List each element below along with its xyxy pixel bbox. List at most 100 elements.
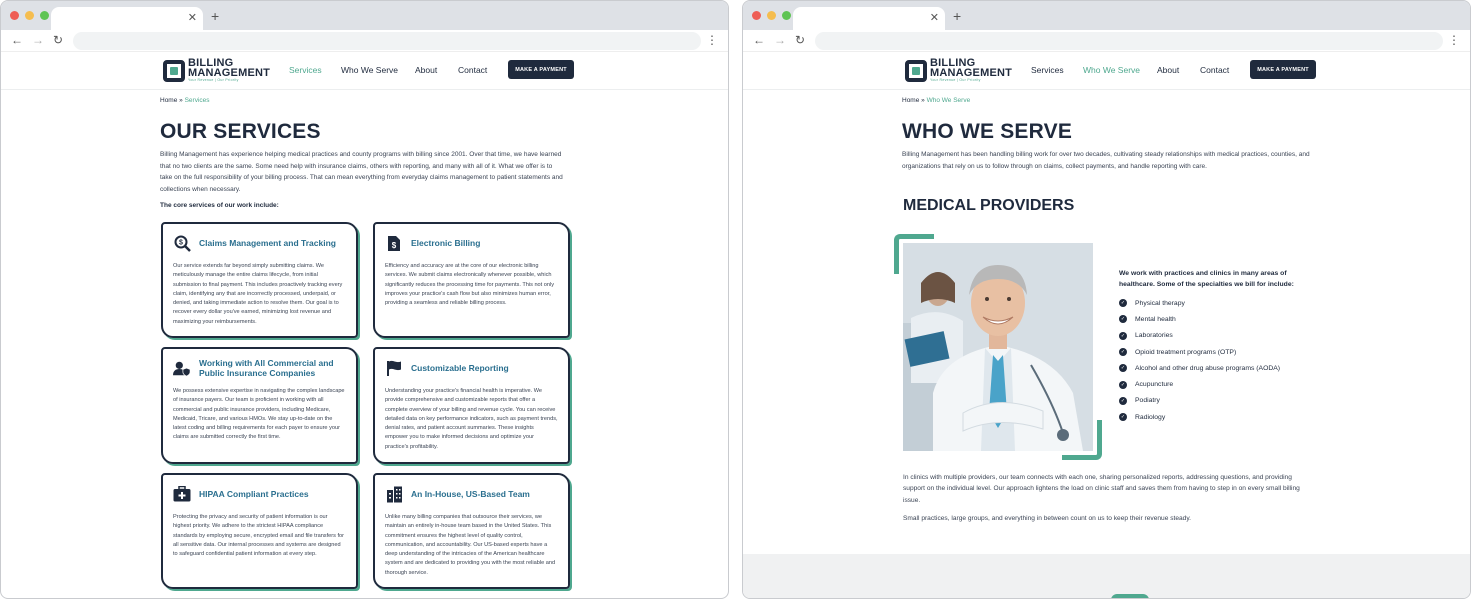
intro-paragraph: Billing Management has experience helpin… — [160, 151, 563, 193]
maximize-window-button[interactable] — [782, 11, 791, 20]
list-item-label: Alcohol and other drug abuse programs (A… — [1135, 364, 1281, 372]
card-title: Claims Management and Tracking — [199, 238, 336, 248]
breadcrumb: Home » Who We Serve — [902, 97, 970, 104]
service-card-claims: $ Claims Management and Tracking Our ser… — [161, 222, 358, 338]
nav-services[interactable]: Services — [1031, 65, 1064, 75]
maximize-window-button[interactable] — [40, 11, 49, 20]
new-tab-icon[interactable]: + — [953, 8, 961, 24]
browser-toolbar: ← → ↻ ⋮ — [1, 30, 728, 52]
forward-arrow-icon[interactable]: → — [774, 33, 786, 47]
section-heading: MEDICAL PROVIDERS — [903, 197, 1075, 214]
site-logo[interactable]: BILLING MANAGEMENT Your Revenue | Our Pr… — [163, 58, 270, 83]
service-card-in-house-team: An In-House, US-Based Team Unlike many b… — [373, 473, 570, 589]
logo-line-2: MANAGEMENT — [930, 67, 1013, 79]
site-header: BILLING MANAGEMENT Your Revenue | Our Pr… — [1, 52, 728, 90]
breadcrumb-current: Who We Serve — [926, 97, 971, 104]
core-services-label: The core services of our work include: — [160, 202, 279, 209]
card-body: Our service extends far beyond simply su… — [173, 263, 343, 325]
nav-contact[interactable]: Contact — [458, 65, 487, 75]
card-body: We possess extensive expertise in naviga… — [173, 388, 345, 441]
browser-menu-icon[interactable]: ⋮ — [1448, 33, 1460, 47]
browser-tabstrip: ✕ + — [1, 1, 728, 30]
minimize-window-button[interactable] — [767, 11, 776, 20]
card-body: Protecting the privacy and security of p… — [173, 514, 345, 558]
specialties-lead: We work with practices and clinics in ma… — [1119, 270, 1294, 288]
reload-icon[interactable]: ↻ — [795, 33, 805, 47]
browser-window-services: ✕ + ← → ↻ ⋮ BILLING MANAGEMENT Your Reve… — [0, 0, 729, 599]
clinic-paragraph: In clinics with multiple providers, our … — [903, 474, 1300, 504]
list-item: ✓ Podiatry — [1119, 393, 1280, 409]
browser-menu-icon[interactable]: ⋮ — [706, 33, 718, 47]
breadcrumb-home[interactable]: Home — [160, 97, 177, 104]
list-item-label: Opioid treatment programs (OTP) — [1135, 348, 1237, 356]
doctor-photo — [894, 234, 1102, 460]
make-payment-button[interactable]: MAKE A PAYMENT — [508, 60, 574, 79]
breadcrumb-home[interactable]: Home — [902, 97, 919, 104]
nav-about[interactable]: About — [1157, 65, 1179, 75]
search-dollar-icon: $ — [173, 234, 191, 252]
flag-icon — [385, 359, 403, 377]
svg-text:$: $ — [179, 239, 183, 246]
list-item: ✓ Acupuncture — [1119, 376, 1280, 392]
list-item-label: Acupuncture — [1135, 381, 1174, 389]
invoice-icon: $ — [385, 234, 403, 252]
address-bar[interactable] — [815, 32, 1443, 50]
browser-tab[interactable]: ✕ — [793, 7, 945, 30]
specialties-list: ✓ Physical therapy ✓ Mental health ✓ Labora… — [1119, 295, 1280, 425]
make-payment-button[interactable]: MAKE A PAYMENT — [1250, 60, 1316, 79]
footer-band — [743, 554, 1470, 598]
card-body: Efficiency and accuracy are at the core … — [385, 263, 555, 307]
browser-toolbar: ← → ↻ ⋮ — [743, 30, 1470, 52]
close-window-button[interactable] — [752, 11, 761, 20]
list-item: ✓ Alcohol and other drug abuse programs (… — [1119, 360, 1280, 376]
check-circle-icon: ✓ — [1119, 315, 1127, 324]
nav-who-we-serve[interactable]: Who We Serve — [1083, 65, 1140, 75]
close-icon[interactable]: ✕ — [930, 11, 939, 24]
breadcrumb-separator: » — [921, 97, 925, 104]
new-tab-icon[interactable]: + — [211, 8, 219, 24]
check-circle-icon: ✓ — [1119, 299, 1127, 308]
doctor-image — [903, 243, 1093, 451]
list-item: ✓ Opioid treatment programs (OTP) — [1119, 344, 1280, 360]
reload-icon[interactable]: ↻ — [53, 33, 63, 47]
building-icon — [385, 485, 403, 503]
breadcrumb-separator: » — [179, 97, 183, 104]
list-item: ✓ Physical therapy — [1119, 295, 1280, 311]
logo-mark-icon — [163, 59, 185, 82]
list-item-label: Laboratories — [1135, 332, 1173, 340]
list-item: ✓ Radiology — [1119, 409, 1280, 425]
address-bar[interactable] — [73, 32, 701, 50]
logo-tagline: Your Revenue | Our Priority — [188, 78, 239, 82]
forward-arrow-icon[interactable]: → — [32, 33, 44, 47]
browser-tab[interactable]: ✕ — [51, 7, 203, 30]
close-icon[interactable]: ✕ — [188, 11, 197, 24]
check-circle-icon: ✓ — [1119, 413, 1127, 422]
back-arrow-icon[interactable]: ← — [11, 33, 23, 47]
service-card-hipaa: HIPAA Compliant Practices Protecting the… — [161, 473, 358, 589]
intro-paragraph: Billing Management has been handling bil… — [902, 151, 1310, 170]
close-window-button[interactable] — [10, 11, 19, 20]
nav-contact[interactable]: Contact — [1200, 65, 1229, 75]
footer-accent — [1111, 594, 1149, 598]
nav-who-we-serve[interactable]: Who We Serve — [341, 65, 398, 75]
logo-mark-icon — [905, 59, 927, 82]
check-circle-icon: ✓ — [1119, 396, 1127, 405]
nav-services[interactable]: Services — [289, 65, 322, 75]
svg-text:$: $ — [392, 241, 397, 250]
window-controls — [752, 11, 791, 20]
card-body: Unlike many billing companies that outso… — [385, 514, 556, 576]
list-item: ✓ Laboratories — [1119, 328, 1280, 344]
card-title: Electronic Billing — [411, 238, 481, 248]
service-card-reporting: Customizable Reporting Understanding you… — [373, 347, 570, 464]
check-circle-icon: ✓ — [1119, 380, 1127, 389]
back-arrow-icon[interactable]: ← — [753, 33, 765, 47]
logo-line-2: MANAGEMENT — [188, 67, 271, 79]
card-title: An In-House, US-Based Team — [411, 489, 530, 499]
site-logo[interactable]: BILLING MANAGEMENT Your Revenue | Our Pr… — [905, 58, 1012, 83]
nav-about[interactable]: About — [415, 65, 437, 75]
minimize-window-button[interactable] — [25, 11, 34, 20]
logo-tagline: Your Revenue | Our Priority — [930, 78, 981, 82]
breadcrumb-current: Services — [184, 97, 210, 104]
service-card-insurance: Working with All Commercial and Public I… — [161, 347, 358, 464]
medkit-icon — [173, 485, 191, 503]
